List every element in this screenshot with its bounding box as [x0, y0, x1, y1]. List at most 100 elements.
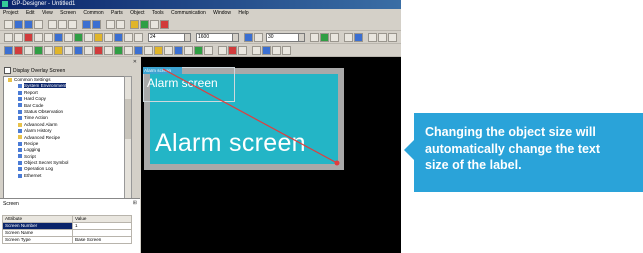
print-icon[interactable]	[34, 20, 43, 29]
table-row[interactable]: Screen Type Base Screen	[1, 236, 132, 244]
menu-window[interactable]: Window	[210, 9, 234, 18]
polyline-icon[interactable]	[24, 33, 33, 42]
group-icon[interactable]	[344, 33, 353, 42]
color-icon[interactable]	[114, 33, 123, 42]
preview-icon[interactable]	[238, 46, 247, 55]
meter-part-icon[interactable]	[124, 46, 133, 55]
zoom-combo[interactable]: 1600	[196, 33, 239, 42]
redo-icon[interactable]	[92, 20, 101, 29]
circle-icon[interactable]	[44, 33, 53, 42]
error-check-icon[interactable]	[150, 20, 159, 29]
led-part-icon[interactable]	[194, 46, 203, 55]
font-size-combo[interactable]: 24	[148, 33, 191, 42]
zoom-in-icon[interactable]	[244, 33, 253, 42]
scrollbar-thumb[interactable]	[125, 99, 131, 139]
movie-part-icon[interactable]	[154, 46, 163, 55]
align-left-icon[interactable]	[310, 33, 319, 42]
replace-icon[interactable]	[116, 20, 125, 29]
stop-icon[interactable]	[160, 20, 169, 29]
address-icon[interactable]	[218, 46, 227, 55]
cut-icon[interactable]	[48, 20, 57, 29]
line-part-icon[interactable]	[184, 46, 193, 55]
properties-title: Screen	[3, 201, 19, 207]
toolbar-parts	[0, 44, 401, 57]
table-icon[interactable]	[94, 33, 103, 42]
line-icon[interactable]	[14, 33, 23, 42]
rotate-icon[interactable]	[388, 33, 397, 42]
chevron-down-icon[interactable]	[184, 34, 190, 41]
tree-item[interactable]: Ethernet	[4, 173, 124, 179]
arc-icon[interactable]	[54, 33, 63, 42]
value-cell[interactable]	[72, 229, 132, 237]
fill-icon[interactable]	[74, 33, 83, 42]
table-row[interactable]: Screen Name	[1, 229, 132, 237]
ungroup-icon[interactable]	[354, 33, 363, 42]
image-icon[interactable]	[84, 33, 93, 42]
undo-icon[interactable]	[82, 20, 91, 29]
resize-handle-icon[interactable]	[334, 160, 340, 166]
pdf-viewer-icon[interactable]	[174, 46, 183, 55]
grid-toggle-icon[interactable]	[252, 46, 261, 55]
menu-project[interactable]: Project	[0, 9, 22, 18]
trend-part-icon[interactable]	[134, 46, 143, 55]
calendar-part-icon[interactable]	[104, 46, 113, 55]
simulate-icon[interactable]	[140, 20, 149, 29]
send-back-icon[interactable]	[378, 33, 387, 42]
file-manager-icon[interactable]	[164, 46, 173, 55]
tag-icon[interactable]	[204, 46, 213, 55]
pin-icon[interactable]: ⊞	[133, 200, 137, 206]
table-row[interactable]: Screen Number 1	[1, 222, 132, 230]
graph-part-icon[interactable]	[34, 46, 43, 55]
scale-icon[interactable]	[104, 33, 113, 42]
open-icon[interactable]	[14, 20, 23, 29]
menu-tools[interactable]: Tools	[149, 9, 167, 18]
new-icon[interactable]	[4, 20, 13, 29]
cross-ref-icon[interactable]	[228, 46, 237, 55]
chevron-down-icon[interactable]	[232, 34, 238, 41]
snap-icon[interactable]	[262, 46, 271, 55]
layer-icon[interactable]	[272, 46, 281, 55]
historical-part-icon[interactable]	[144, 46, 153, 55]
menu-communication[interactable]: Communication	[168, 9, 209, 18]
recipe-part-icon[interactable]	[114, 46, 123, 55]
align-right-icon[interactable]	[330, 33, 339, 42]
menu-help[interactable]: Help	[235, 9, 251, 18]
pattern-icon[interactable]	[124, 33, 133, 42]
sampling-part-icon[interactable]	[84, 46, 93, 55]
copy-icon[interactable]	[58, 20, 67, 29]
data-display-icon[interactable]	[24, 46, 33, 55]
window-part-icon[interactable]	[64, 46, 73, 55]
picture-part-icon[interactable]	[74, 46, 83, 55]
grid-combo[interactable]: 30	[266, 33, 305, 42]
screen-canvas[interactable]: Alarm screen Alarm screen Alarm screen	[141, 57, 401, 253]
line-style-icon[interactable]	[134, 33, 143, 42]
value-cell[interactable]: Base Screen	[72, 236, 132, 244]
menu-parts[interactable]: Parts	[108, 9, 126, 18]
select-icon[interactable]	[4, 33, 13, 42]
menu-object[interactable]: Object	[127, 9, 147, 18]
menu-edit[interactable]: Edit	[23, 9, 38, 18]
save-icon[interactable]	[24, 20, 33, 29]
transfer-icon[interactable]	[130, 20, 139, 29]
checkbox-icon[interactable]	[4, 67, 11, 74]
align-center-icon[interactable]	[320, 33, 329, 42]
menu-view[interactable]: View	[39, 9, 56, 18]
menu-common[interactable]: Common	[80, 9, 106, 18]
keypad-part-icon[interactable]	[94, 46, 103, 55]
value-cell[interactable]: 1	[72, 222, 132, 230]
language-icon[interactable]	[282, 46, 291, 55]
text-icon[interactable]	[64, 33, 73, 42]
close-icon[interactable]: ✕	[133, 59, 137, 65]
find-icon[interactable]	[106, 20, 115, 29]
menu-screen[interactable]: Screen	[57, 9, 79, 18]
message-part-icon[interactable]	[54, 46, 63, 55]
bring-front-icon[interactable]	[368, 33, 377, 42]
lamp-part-icon[interactable]	[14, 46, 23, 55]
switch-part-icon[interactable]	[4, 46, 13, 55]
alarm-part-icon[interactable]	[44, 46, 53, 55]
zoom-out-icon[interactable]	[254, 33, 263, 42]
chevron-down-icon[interactable]	[298, 34, 304, 41]
display-overlay-checkbox[interactable]: Display Overlay Screen	[4, 67, 65, 74]
rectangle-icon[interactable]	[34, 33, 43, 42]
paste-icon[interactable]	[68, 20, 77, 29]
